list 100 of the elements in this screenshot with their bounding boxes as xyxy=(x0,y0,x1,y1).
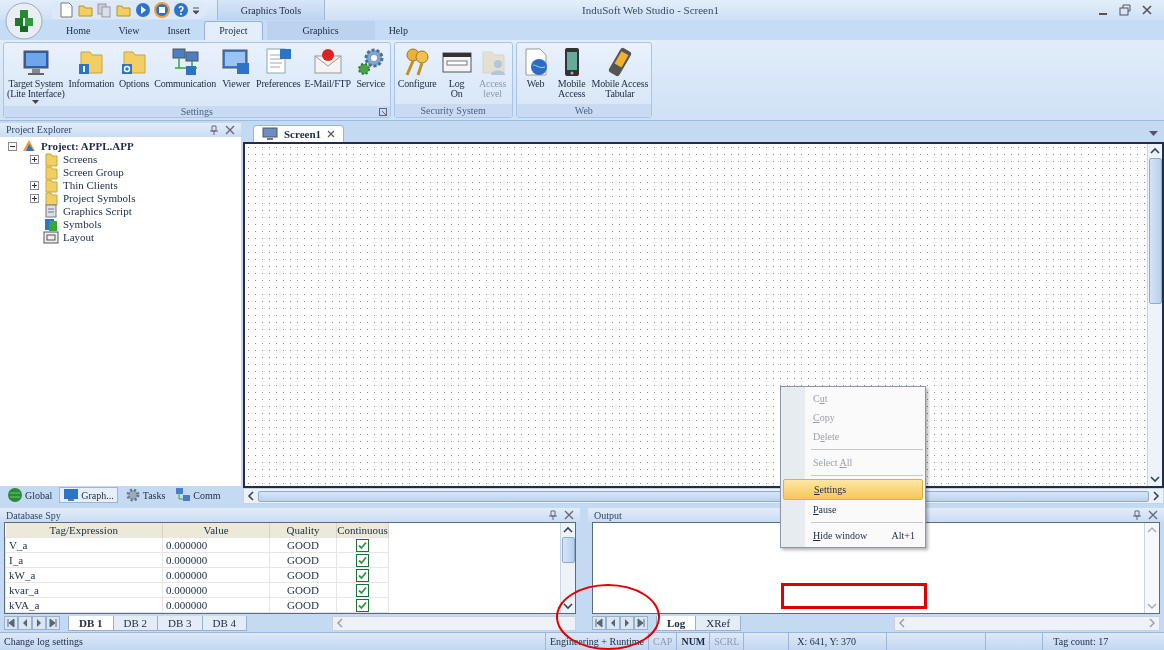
ribbon-button[interactable]: Mobile Access xyxy=(554,44,589,100)
vertical-scrollbar[interactable] xyxy=(1147,143,1162,487)
last-page-icon[interactable] xyxy=(635,617,647,630)
menu-item[interactable]: Hide window Alt+1 xyxy=(783,526,923,545)
table-cell: kvar_a xyxy=(5,582,163,598)
ribbon-button[interactable]: E-Mail/FTP xyxy=(303,44,352,90)
cursor-position: X: 641, Y: 370 xyxy=(789,633,888,650)
last-page-icon[interactable] xyxy=(47,617,59,630)
table-cell: 0.000000 xyxy=(162,597,270,613)
scroll-down-icon xyxy=(1149,474,1161,485)
table-cell: GOOD xyxy=(269,552,337,568)
expander-icon[interactable] xyxy=(30,154,39,164)
expander-icon[interactable] xyxy=(30,180,39,190)
ribbon-tab[interactable]: Graphics xyxy=(266,20,375,40)
ribbon-tab[interactable]: Insert xyxy=(153,20,205,40)
table-cell: GOOD xyxy=(269,537,337,553)
sheet-tab[interactable]: DB 4 xyxy=(201,615,248,631)
scroll-right-icon xyxy=(1147,617,1157,630)
sheet-tab[interactable]: XRef xyxy=(695,615,742,631)
key-indicator: CAP xyxy=(648,633,678,650)
help-icon xyxy=(172,1,190,19)
panel-tab[interactable]: Tasks xyxy=(121,487,169,504)
status-message: Change log settings xyxy=(0,633,546,650)
ribbon-tab[interactable]: Project xyxy=(204,20,263,40)
vertical-scrollbar[interactable] xyxy=(560,523,575,614)
ribbon-button[interactable]: Viewer xyxy=(219,44,253,90)
checkbox[interactable] xyxy=(356,539,369,553)
table-cell: kVA_a xyxy=(5,597,163,613)
launcher-icon xyxy=(378,107,387,116)
ribbon-button[interactable]: Configure xyxy=(396,44,438,90)
column-header[interactable]: Continuous xyxy=(336,523,389,538)
ribbon-tab[interactable]: Home xyxy=(52,20,105,40)
first-page-icon[interactable] xyxy=(5,617,17,630)
scroll-left-icon xyxy=(335,617,345,630)
ribbon-button[interactable]: Communication xyxy=(153,44,217,90)
ribbon-button[interactable]: Target System (Lite Interface) xyxy=(6,44,66,106)
expander-icon[interactable] xyxy=(30,193,39,203)
panel-tab[interactable]: Global xyxy=(4,487,56,504)
table-cell: 0.000000 xyxy=(162,582,270,598)
checkbox[interactable] xyxy=(356,584,369,598)
group-title: Security System xyxy=(420,104,486,116)
minimize-icon xyxy=(1099,13,1107,15)
sheet-tab[interactable]: Log xyxy=(656,615,697,631)
column-header[interactable]: Quality xyxy=(269,523,337,538)
document-tab[interactable]: Screen1 xyxy=(253,124,345,142)
expander-icon[interactable] xyxy=(8,141,17,151)
checkbox[interactable] xyxy=(356,599,369,613)
tree-item[interactable]: Project: APPL.APP xyxy=(41,140,134,153)
sheet-tab[interactable]: DB 3 xyxy=(157,615,203,631)
first-page-icon[interactable] xyxy=(593,617,605,630)
run-icon xyxy=(134,1,152,19)
checkbox[interactable] xyxy=(356,554,369,568)
ribbon-button[interactable]: Mobile Access Tabular xyxy=(590,44,650,100)
table-cell: GOOD xyxy=(269,597,337,613)
vertical-scrollbar[interactable] xyxy=(1144,523,1159,614)
close-icon xyxy=(1148,510,1158,521)
ribbon-tab[interactable]: View xyxy=(104,20,154,40)
close-icon xyxy=(225,124,235,135)
column-header[interactable]: Tag/Expression xyxy=(5,523,163,538)
folder-icon xyxy=(43,151,59,168)
sheet-tab[interactable]: DB 2 xyxy=(112,615,159,631)
pin-icon xyxy=(209,124,219,135)
ribbon-button[interactable]: Web xyxy=(518,44,553,90)
table-cell: GOOD xyxy=(269,567,337,583)
sheet-tab[interactable]: DB 1 xyxy=(68,615,114,631)
column-header[interactable]: Value xyxy=(162,523,270,538)
ribbon-button[interactable]: Service xyxy=(353,44,388,90)
symbols-icon xyxy=(43,216,59,233)
menu-item[interactable]: Pause xyxy=(783,500,923,519)
tab-list-caret-icon xyxy=(1149,130,1158,137)
horizontal-scrollbar[interactable] xyxy=(332,615,576,631)
panel-tab[interactable]: Comm xyxy=(172,487,224,504)
ribbon-button[interactable]: Log On xyxy=(439,44,474,100)
panel-title: Project Explorer xyxy=(6,124,73,136)
tree-item[interactable]: Symbols xyxy=(63,218,102,231)
checkbox[interactable] xyxy=(356,569,369,583)
table-cell: 0.000000 xyxy=(162,567,270,583)
scroll-up-icon xyxy=(1149,145,1161,156)
ribbon-tab[interactable]: Help xyxy=(374,20,423,40)
scroll-thumb[interactable] xyxy=(561,537,575,564)
horizontal-scrollbar[interactable] xyxy=(894,615,1160,631)
table-cell: kW_a xyxy=(5,567,163,583)
scroll-thumb[interactable] xyxy=(1148,157,1162,305)
menu-item[interactable]: Settings xyxy=(783,479,923,500)
dialog-launcher-button[interactable] xyxy=(378,107,387,116)
table-cell: 0.000000 xyxy=(162,537,270,553)
ribbon-button[interactable]: Information xyxy=(67,44,116,90)
ribbon-button[interactable]: Preferences xyxy=(255,44,302,90)
panel-tab[interactable]: Graph... xyxy=(59,487,118,504)
network-icon xyxy=(169,45,202,78)
tree-item[interactable]: Layout xyxy=(63,231,95,244)
ribbon-button[interactable]: Options xyxy=(117,44,152,90)
tree-item[interactable]: Graphics Script xyxy=(63,205,132,218)
scroll-down-icon xyxy=(562,601,574,612)
tree-item[interactable]: Screens xyxy=(63,153,98,166)
tree-item[interactable]: Screen Group xyxy=(63,166,124,179)
tree-item[interactable]: Thin Clients xyxy=(63,179,118,192)
monitor-icon xyxy=(262,126,278,141)
gear-icon xyxy=(124,487,141,504)
tree-item[interactable]: Project Symbols xyxy=(63,192,136,205)
